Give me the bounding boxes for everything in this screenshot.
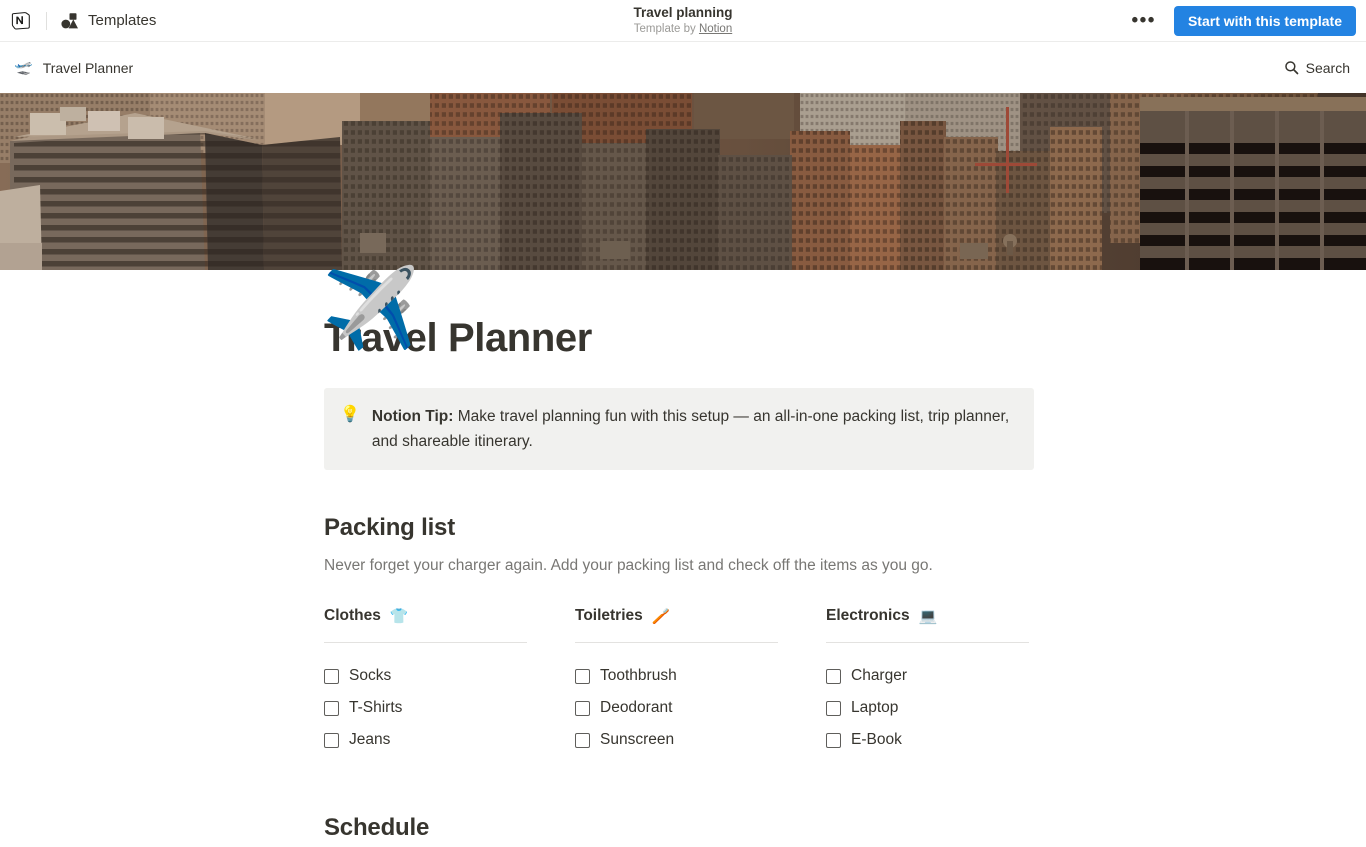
templates-nav-item[interactable]: Templates xyxy=(61,12,156,30)
template-title: Travel planning xyxy=(633,5,733,20)
todo-item[interactable]: T-Shirts xyxy=(324,692,527,724)
todo-label: Sunscreen xyxy=(600,731,675,748)
column-title: Clothes xyxy=(324,607,381,624)
todo-label: Socks xyxy=(349,667,392,684)
page-content: ✈️ Travel Planner 💡 Notion Tip: Make tra… xyxy=(0,269,1366,847)
column-header: Toiletries 🪥 xyxy=(575,607,778,625)
top-bar-right: ••• Start with this template xyxy=(1128,5,1356,36)
laptop-icon: 💻 xyxy=(918,607,938,625)
todo-item[interactable]: Charger xyxy=(826,660,1029,692)
airplane-departure-icon: 🛫 xyxy=(14,59,33,76)
todo-label: Laptop xyxy=(851,699,899,716)
todo-item[interactable]: Sunscreen xyxy=(575,724,778,756)
byline-prefix: Template by xyxy=(633,23,699,35)
todo-item[interactable]: Toothbrush xyxy=(575,660,778,692)
callout-bold-label: Notion Tip: xyxy=(371,408,454,425)
todo-label: Deodorant xyxy=(600,699,673,716)
packing-list-description: Never forget your charger again. Add you… xyxy=(324,557,933,574)
search-button[interactable]: Search xyxy=(1284,60,1350,76)
templates-label: Templates xyxy=(88,12,157,29)
divider xyxy=(46,11,47,30)
notion-link[interactable]: Notion xyxy=(699,23,732,35)
schedule-heading: Schedule xyxy=(324,814,430,841)
callout-body: Make travel planning fun with this setup… xyxy=(371,408,1010,450)
todo-item[interactable]: Deodorant xyxy=(575,692,778,724)
checkbox[interactable] xyxy=(324,732,339,748)
todo-item[interactable]: Laptop xyxy=(826,692,1029,724)
column-divider xyxy=(575,642,778,643)
todo-item[interactable]: E-Book xyxy=(826,724,1029,756)
todo-list: Toothbrush Deodorant Sunscreen xyxy=(575,660,778,756)
todo-item[interactable]: Socks xyxy=(324,660,527,692)
top-bar-left: Templates xyxy=(8,10,156,32)
todo-list: Charger Laptop E-Book xyxy=(826,660,1029,756)
checkbox[interactable] xyxy=(826,700,841,716)
todo-label: Toothbrush xyxy=(600,667,677,684)
packing-list-heading: Packing list xyxy=(324,514,455,541)
checkbox[interactable] xyxy=(324,700,339,716)
column-title: Toiletries xyxy=(575,607,643,624)
todo-label: E-Book xyxy=(851,731,902,748)
checkbox[interactable] xyxy=(826,668,841,684)
notion-logo-icon[interactable] xyxy=(10,10,32,32)
airplane-icon[interactable]: ✈️ xyxy=(322,269,419,347)
checkbox[interactable] xyxy=(575,668,590,684)
todo-item[interactable]: Jeans xyxy=(324,724,527,756)
column-header: Clothes 👕 xyxy=(324,607,527,625)
todo-list: Socks T-Shirts Jeans xyxy=(324,660,527,756)
packing-column-clothes: Clothes 👕 Socks T-Shirts Jeans xyxy=(324,607,527,756)
todo-label: T-Shirts xyxy=(349,699,403,716)
breadcrumb-label: Travel Planner xyxy=(42,59,134,76)
search-icon xyxy=(1284,60,1299,75)
column-divider xyxy=(826,642,1029,643)
start-with-this-template-button[interactable]: Start with this template xyxy=(1173,5,1356,36)
checkbox[interactable] xyxy=(324,668,339,684)
breadcrumb-bar: 🛫 Travel Planner Search xyxy=(0,42,1366,93)
todo-label: Jeans xyxy=(349,731,391,748)
column-divider xyxy=(324,642,527,643)
checkbox[interactable] xyxy=(575,700,590,716)
tshirt-icon: 👕 xyxy=(389,607,409,625)
template-byline: Template by Notion xyxy=(634,22,732,37)
column-header: Electronics 💻 xyxy=(826,607,1029,625)
callout-block: 💡 Notion Tip: Make travel planning fun w… xyxy=(324,388,1034,470)
packing-column-toiletries: Toiletries 🪥 Toothbrush Deodorant Sunscr… xyxy=(575,607,778,756)
page-title: Travel Planner xyxy=(324,316,592,360)
todo-label: Charger xyxy=(851,667,907,684)
lightbulb-icon: 💡 xyxy=(340,406,360,423)
shapes-icon xyxy=(61,12,79,30)
checkbox[interactable] xyxy=(826,732,841,748)
callout-text: Notion Tip: Make travel planning fun wit… xyxy=(372,404,1018,454)
page-cover-image[interactable] xyxy=(0,93,1366,270)
top-bar: Templates Travel planning Template by No… xyxy=(0,0,1366,42)
packing-column-electronics: Electronics 💻 Charger Laptop E-Book xyxy=(826,607,1029,756)
toothbrush-icon: 🪥 xyxy=(651,607,671,625)
packing-list-columns: Clothes 👕 Socks T-Shirts Jeans Toiletrie… xyxy=(324,607,1034,756)
schedule-section: Schedule Use this table to keep track of… xyxy=(324,814,1326,847)
more-options-button[interactable]: ••• xyxy=(1128,11,1160,30)
column-title: Electronics xyxy=(826,607,910,624)
breadcrumb[interactable]: 🛫 Travel Planner xyxy=(14,60,133,76)
checkbox[interactable] xyxy=(575,732,590,748)
search-label: Search xyxy=(1305,59,1350,76)
